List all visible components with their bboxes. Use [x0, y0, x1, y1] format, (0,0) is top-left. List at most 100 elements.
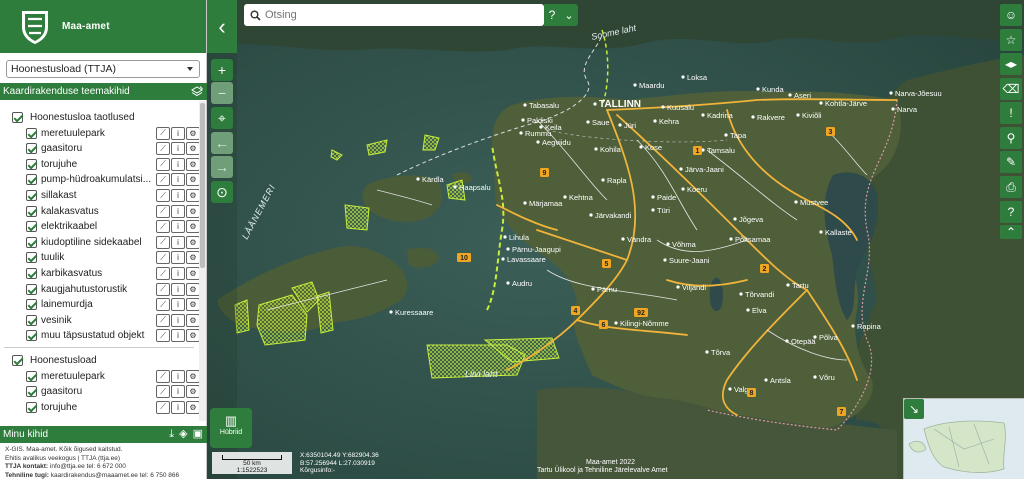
group-checkbox[interactable]: [12, 355, 23, 366]
layer-info-button[interactable]: i: [171, 400, 185, 414]
layer-item[interactable]: kiudoptiline sidekaabel ⟋ i ⚙: [26, 235, 200, 250]
layers-add-icon[interactable]: ◈: [179, 426, 187, 443]
layer-info-button[interactable]: i: [171, 369, 185, 383]
scrollbar-thumb[interactable]: [200, 103, 205, 268]
layer-checkbox[interactable]: [26, 221, 37, 233]
layer-settings-gear-icon[interactable]: ⚙: [186, 142, 200, 156]
layer-settings-gear-icon[interactable]: ⚙: [186, 385, 200, 399]
legend-chart-icon[interactable]: ⟋: [156, 173, 170, 187]
layer-checkbox[interactable]: [26, 205, 37, 217]
layer-item[interactable]: torujuhe ⟋ i ⚙: [26, 400, 200, 415]
user-button[interactable]: ☺: [1000, 4, 1022, 26]
layer-settings-gear-icon[interactable]: ⚙: [186, 267, 200, 280]
overview-toggle-button[interactable]: ↘: [904, 399, 924, 419]
layer-checkbox[interactable]: [26, 314, 37, 326]
layer-checkbox[interactable]: [26, 330, 37, 342]
layer-info-button[interactable]: i: [171, 298, 185, 312]
back-button[interactable]: ←: [211, 132, 233, 154]
zoom-in-button[interactable]: +: [211, 59, 233, 81]
attribution-sources[interactable]: Tartu Ülikool ja Tehniline Järelevalve A…: [537, 467, 668, 474]
print-button[interactable]: ⎙: [1000, 176, 1022, 198]
layer-info-button[interactable]: i: [171, 385, 185, 399]
add-folder-icon[interactable]: ▣: [193, 426, 203, 443]
layer-checkbox[interactable]: [26, 299, 37, 311]
my-layers-header[interactable]: Minu kihid ⤓ ◈ ▣: [0, 426, 207, 443]
layer-item[interactable]: tuulik ⟋ i ⚙: [26, 250, 200, 265]
legend-chart-icon[interactable]: ⟋: [156, 385, 170, 399]
layer-settings-gear-icon[interactable]: ⚙: [186, 329, 200, 343]
footer-contact-value[interactable]: info@ttja.ee tel: 6 672 000: [50, 463, 126, 470]
legend-chart-icon[interactable]: ⟋: [156, 282, 170, 296]
layer-item[interactable]: gaasitoru ⟋ i ⚙: [26, 141, 200, 156]
legend-chart-icon[interactable]: ⟋: [156, 298, 170, 312]
measure-button[interactable]: ✎: [1000, 151, 1022, 173]
legend-chart-icon[interactable]: ⟋: [156, 329, 170, 343]
layer-group[interactable]: Hoonestusload: [12, 353, 97, 368]
layer-item[interactable]: meretuulepark ⟋ i ⚙: [26, 126, 200, 141]
theme-layers-header[interactable]: Kaardirakenduse teemakihid: [0, 83, 207, 100]
layer-info-button[interactable]: i: [171, 204, 185, 218]
place-marker-button[interactable]: ⚲: [1000, 127, 1022, 149]
layer-settings-gear-icon[interactable]: ⚙: [186, 220, 200, 234]
layer-settings-gear-icon[interactable]: ⚙: [186, 235, 200, 249]
layer-info-button[interactable]: i: [171, 251, 185, 265]
layer-item[interactable]: karbikasvatus ⟋ i ⚙: [26, 266, 200, 281]
layer-checkbox[interactable]: [26, 386, 37, 398]
eraser-button[interactable]: ⌫: [1000, 78, 1022, 100]
feedback-button[interactable]: !: [1000, 102, 1022, 124]
layer-item[interactable]: elektrikaabel ⟋ i ⚙: [26, 219, 200, 234]
download-icon[interactable]: ⤓: [169, 426, 174, 443]
legend-chart-icon[interactable]: ⟋: [156, 313, 170, 327]
layer-item[interactable]: lainemurdja ⟋ i ⚙: [26, 297, 200, 312]
layer-settings-gear-icon[interactable]: ⚙: [186, 313, 200, 327]
legend-chart-icon[interactable]: ⟋: [156, 220, 170, 234]
compass-button[interactable]: ⊙: [211, 181, 233, 203]
layer-settings-gear-icon[interactable]: ⚙: [186, 173, 200, 187]
layer-info-button[interactable]: i: [171, 329, 185, 343]
legend-chart-icon[interactable]: ⟋: [156, 204, 170, 218]
layer-info-button[interactable]: i: [171, 173, 185, 187]
collapse-panel-button[interactable]: ‹: [207, 0, 237, 53]
search-help-button[interactable]: ?: [544, 4, 560, 26]
layer-item[interactable]: pump-hüdroakumulatsi... ⟋ i ⚙: [26, 172, 200, 187]
map-canvas[interactable]: Soome laht LÄÄNEMERI Liivi laht TALLINNL…: [207, 0, 1024, 479]
locate-button[interactable]: ⌖: [211, 107, 233, 129]
layer-checkbox[interactable]: [26, 252, 37, 264]
layer-info-button[interactable]: i: [171, 189, 185, 202]
layer-group[interactable]: Hoonestusloa taotlused: [12, 110, 135, 125]
layer-settings-gear-icon[interactable]: ⚙: [186, 189, 200, 202]
layer-info-button[interactable]: i: [171, 157, 185, 171]
layer-info-button[interactable]: i: [171, 220, 185, 234]
legend-chart-icon[interactable]: ⟋: [156, 267, 170, 280]
layer-tree-scrollbar[interactable]: [199, 101, 206, 421]
layer-item[interactable]: vesinik ⟋ i ⚙: [26, 313, 200, 328]
layer-info-button[interactable]: i: [171, 267, 185, 280]
search-expand-button[interactable]: ⌄: [560, 4, 578, 26]
layer-item[interactable]: muu täpsustatud objekt ⟋ i ⚙: [26, 328, 200, 343]
layer-checkbox[interactable]: [26, 283, 37, 295]
layer-settings-gear-icon[interactable]: ⚙: [186, 204, 200, 218]
forward-button[interactable]: →: [211, 156, 233, 178]
favorites-button[interactable]: ☆: [1000, 29, 1022, 51]
layer-item[interactable]: kalakasvatus ⟋ i ⚙: [26, 204, 200, 219]
legend-chart-icon[interactable]: ⟋: [156, 126, 170, 140]
layer-settings-gear-icon[interactable]: ⚙: [186, 282, 200, 296]
layer-info-button[interactable]: i: [171, 282, 185, 296]
layer-dropdown[interactable]: Hoonestusload (TTJA): [6, 60, 200, 78]
group-checkbox[interactable]: [12, 112, 23, 123]
layer-item[interactable]: sillakast ⟋ i ⚙: [26, 188, 200, 203]
legend-chart-icon[interactable]: ⟋: [156, 142, 170, 156]
layer-checkbox[interactable]: [26, 370, 37, 382]
layer-checkbox[interactable]: [26, 143, 37, 155]
layer-checkbox[interactable]: [26, 174, 37, 186]
layer-item[interactable]: torujuhe ⟋ i ⚙: [26, 157, 200, 172]
layer-settings-gear-icon[interactable]: ⚙: [186, 369, 200, 383]
layer-settings-gear-icon[interactable]: ⚙: [186, 298, 200, 312]
layer-info-button[interactable]: i: [171, 235, 185, 249]
layer-checkbox[interactable]: [26, 127, 37, 139]
layer-item[interactable]: kaugjahutustorustik ⟋ i ⚙: [26, 282, 200, 297]
layer-checkbox[interactable]: [26, 268, 37, 279]
zoom-out-button[interactable]: −: [211, 82, 233, 104]
compare-button[interactable]: ◂▸: [1000, 53, 1022, 75]
layers-stack-icon[interactable]: [191, 85, 203, 98]
